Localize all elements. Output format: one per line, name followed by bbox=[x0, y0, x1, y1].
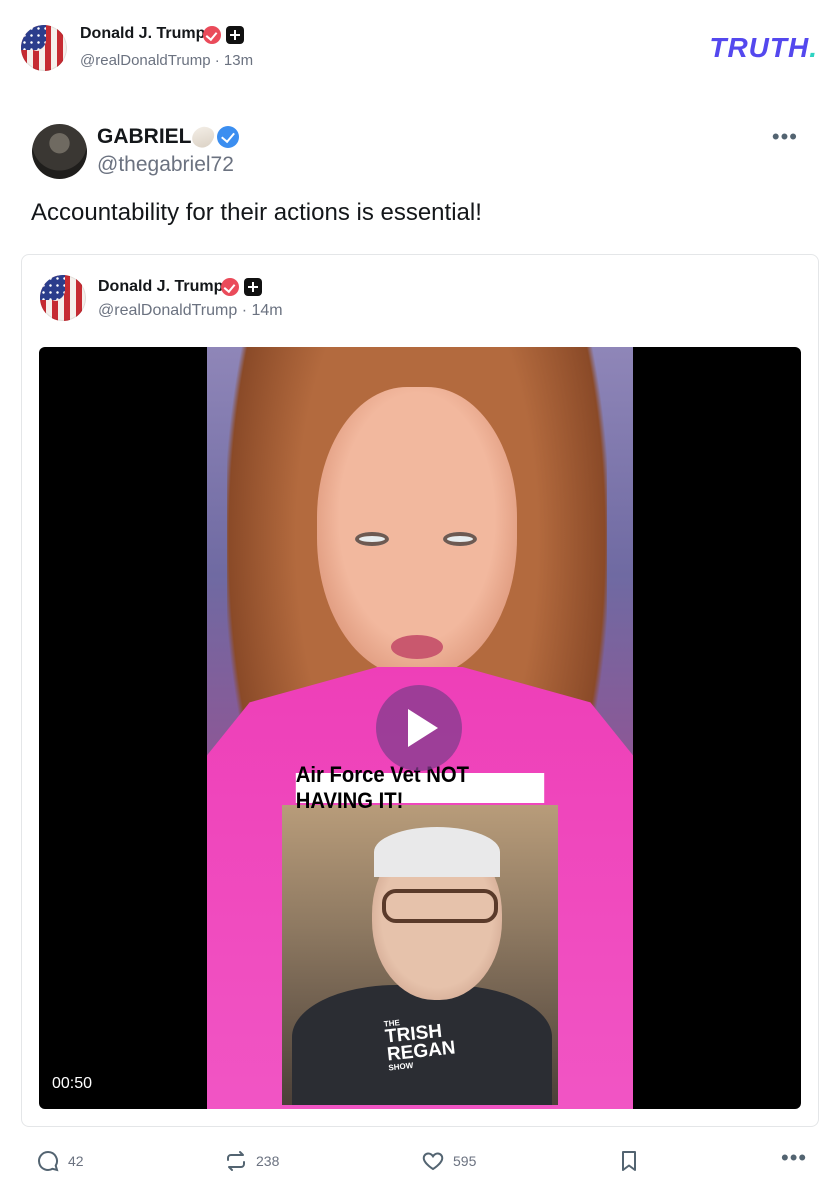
author-handle[interactable]: @thegabriel72 bbox=[97, 153, 234, 177]
verified-icon bbox=[203, 26, 221, 44]
more-options-button[interactable]: ••• bbox=[781, 1145, 807, 1171]
action-bar: 42 238 595 ••• bbox=[0, 1145, 840, 1179]
video-caption: Air Force Vet NOT HAVING IT! bbox=[295, 762, 545, 813]
video-duration: 00:50 bbox=[52, 1075, 93, 1092]
more-options-button[interactable]: ••• bbox=[772, 124, 798, 150]
handle-text: @realDonaldTrump bbox=[98, 302, 238, 319]
bookmark-icon bbox=[622, 1151, 636, 1171]
author-name[interactable]: GABRIEL bbox=[97, 125, 192, 149]
logo-text: TRUTH bbox=[709, 32, 810, 63]
heart-icon bbox=[422, 1152, 444, 1171]
reply-icon bbox=[38, 1150, 59, 1172]
plus-badge-icon bbox=[244, 278, 262, 296]
handle-text: @realDonaldTrump bbox=[80, 52, 211, 69]
author-name[interactable]: Donald J. Trump bbox=[80, 25, 205, 43]
retruth-icon bbox=[227, 1151, 245, 1171]
retruth-count: 238 bbox=[256, 1153, 280, 1169]
author-badges bbox=[188, 122, 239, 152]
video-scene bbox=[382, 889, 498, 923]
timestamp: 13m bbox=[223, 52, 254, 69]
shell-emoji-icon bbox=[188, 122, 218, 152]
badges bbox=[221, 278, 262, 296]
separator: · bbox=[241, 302, 252, 319]
show-logo: THE TRISH REGAN SHOW bbox=[383, 1014, 458, 1072]
reply-button[interactable]: 42 bbox=[36, 1149, 84, 1173]
retruth-button[interactable]: 238 bbox=[224, 1149, 279, 1173]
truth-social-logo[interactable]: TRUTH. bbox=[709, 32, 818, 64]
quoted-post[interactable]: Donald J. Trump @realDonaldTrump · 14m T… bbox=[21, 254, 819, 1127]
bookmark-button[interactable] bbox=[618, 1149, 640, 1173]
reply-count: 42 bbox=[68, 1153, 84, 1169]
video-scene bbox=[391, 635, 443, 659]
plus-badge-icon bbox=[226, 26, 244, 44]
video-player[interactable]: THE TRISH REGAN SHOW Air Force Vet NOT H… bbox=[39, 347, 801, 1109]
like-count: 595 bbox=[453, 1153, 477, 1169]
video-scene bbox=[317, 387, 517, 677]
avatar[interactable] bbox=[40, 275, 86, 321]
video-inset: THE TRISH REGAN SHOW bbox=[282, 805, 558, 1105]
verified-blue-icon bbox=[217, 126, 239, 148]
author-handle[interactable]: @realDonaldTrump · 14m bbox=[98, 302, 283, 320]
author-name[interactable]: Donald J. Trump bbox=[98, 278, 223, 296]
avatar[interactable] bbox=[32, 124, 87, 179]
post-text: Accountability for their actions is esse… bbox=[31, 199, 482, 226]
separator: · bbox=[214, 52, 224, 69]
timestamp: 14m bbox=[251, 302, 283, 319]
video-scene bbox=[374, 827, 500, 877]
post-header: Donald J. Trump @realDonaldTrump · 13m T… bbox=[0, 0, 840, 96]
avatar[interactable] bbox=[21, 25, 67, 71]
author-handle[interactable]: @realDonaldTrump · 13m bbox=[80, 52, 253, 69]
like-button[interactable]: 595 bbox=[421, 1149, 476, 1173]
video-scene bbox=[443, 532, 477, 546]
play-button[interactable] bbox=[376, 685, 462, 771]
badges bbox=[203, 26, 244, 44]
verified-icon bbox=[221, 278, 239, 296]
logo-dot: . bbox=[809, 32, 818, 63]
video-scene bbox=[355, 532, 389, 546]
